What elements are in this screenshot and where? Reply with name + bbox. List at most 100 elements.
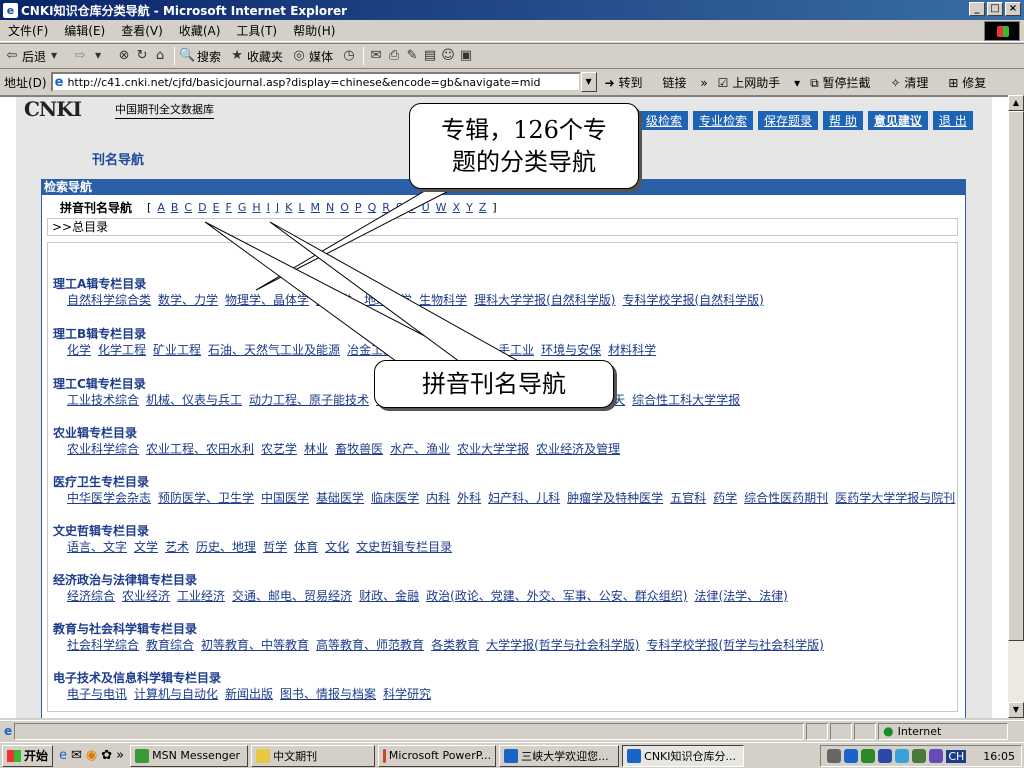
letter-link-r[interactable]: R — [382, 201, 390, 214]
subject-link[interactable]: 电子与电讯 — [67, 685, 127, 702]
subject-link[interactable]: 中华医学会杂志 — [67, 489, 151, 506]
subject-link[interactable]: 计算机与自动化 — [134, 685, 218, 702]
subject-link[interactable]: 哲学 — [263, 538, 287, 555]
media-button[interactable]: ◎ 媒体 — [291, 48, 333, 65]
nav-advanced-search[interactable]: 级检索 — [640, 111, 689, 130]
subject-link[interactable]: 体育 — [294, 538, 318, 555]
monitor-icon[interactable] — [861, 749, 876, 763]
subject-link[interactable]: 农艺学 — [261, 440, 297, 457]
letter-link-q[interactable]: Q — [368, 201, 377, 214]
letter-link-t[interactable]: T — [409, 201, 416, 214]
subject-link[interactable]: 水产、渔业 — [390, 440, 450, 457]
subject-link[interactable]: 冶金工业及金属学 — [347, 341, 443, 358]
close-button[interactable]: × — [1005, 2, 1021, 16]
subject-link[interactable]: 环境与安保 — [541, 341, 601, 358]
subject-link[interactable]: 新闻出版 — [225, 685, 273, 702]
subject-link[interactable]: 医药学大学学报与院刊 — [835, 489, 955, 506]
subject-link[interactable]: 物理学、晶体学 — [225, 291, 309, 308]
subject-link[interactable]: 艺术 — [165, 538, 189, 555]
subject-link[interactable]: 自然科学综合类 — [67, 291, 151, 308]
nav-expert-search[interactable]: 专业检索 — [693, 111, 754, 130]
menu-file[interactable]: 文件(F) — [0, 22, 56, 39]
letter-link-b[interactable]: B — [171, 201, 179, 214]
antivirus-icon[interactable] — [895, 749, 910, 763]
task-msn[interactable]: MSN Messenger — [130, 744, 249, 767]
subject-link[interactable]: 中国医学 — [261, 489, 309, 506]
maximize-button[interactable]: □ — [987, 2, 1003, 16]
subject-link[interactable]: 外科 — [457, 489, 481, 506]
subject-link[interactable]: 综合性医药期刊 — [744, 489, 828, 506]
subject-link[interactable]: 法律(法学、法律) — [694, 587, 787, 604]
subject-link[interactable]: 教育综合 — [146, 636, 194, 653]
subject-link[interactable]: 肿瘤学及特种医学 — [567, 489, 663, 506]
assistant-button[interactable]: ☑ 上网助手 ▾ — [718, 74, 800, 91]
letter-link-k[interactable]: K — [285, 201, 292, 214]
letter-link-j[interactable]: J — [276, 201, 279, 214]
subject-link[interactable]: 机械、仪表与兵工 — [146, 391, 242, 408]
letter-link-u[interactable]: U — [422, 201, 430, 214]
menu-tools[interactable]: 工具(T) — [228, 22, 285, 39]
subject-link[interactable]: 专科学校学报(哲学与社会科学版) — [646, 636, 823, 653]
subject-link[interactable]: 矿业工程 — [153, 341, 201, 358]
outlook-launch-icon[interactable]: ✉ — [71, 748, 82, 763]
subject-link[interactable]: 药学 — [713, 489, 737, 506]
start-button[interactable]: 开始 — [2, 744, 54, 767]
network-icon[interactable] — [844, 749, 859, 763]
subject-link[interactable]: 初等教育、中等教育 — [201, 636, 309, 653]
letter-link-f[interactable]: F — [226, 201, 232, 214]
address-input[interactable]: e http://c41.cnki.net/cjfd/basicjournal.… — [50, 72, 581, 92]
popup-block-button[interactable]: ⧉ 暂停拦截 — [810, 74, 880, 91]
menu-view[interactable]: 查看(V) — [113, 22, 171, 39]
letter-link-y[interactable]: Y — [466, 201, 473, 214]
subject-link[interactable]: 基础医学 — [316, 489, 364, 506]
nav-save-records[interactable]: 保存题录 — [758, 111, 819, 130]
task-folder[interactable]: 中文期刊 — [251, 744, 376, 767]
subject-link[interactable]: 化学工程 — [98, 341, 146, 358]
letter-link-i[interactable]: I — [267, 201, 270, 214]
subject-link[interactable]: 化学 — [67, 341, 91, 358]
task-powerpoint[interactable]: Microsoft PowerP... — [378, 744, 497, 767]
nav-help[interactable]: 帮 助 — [823, 111, 863, 130]
subject-link[interactable]: 交通、邮电、贸易经济 — [232, 587, 352, 604]
subject-link[interactable]: 农业经济及管理 — [536, 440, 620, 457]
subject-link[interactable]: 农业大学学报 — [457, 440, 529, 457]
volume-icon[interactable] — [827, 749, 842, 763]
letter-link-a[interactable]: A — [157, 201, 165, 214]
letter-link-n[interactable]: N — [326, 201, 334, 214]
subject-link[interactable]: 妇产科、儿科 — [488, 489, 560, 506]
subject-link[interactable]: 数学、力学 — [158, 291, 218, 308]
subject-link[interactable]: 天文学、地球科学 — [316, 291, 412, 308]
ie-launch-icon[interactable]: e — [59, 748, 67, 763]
letter-link-h[interactable]: H — [252, 201, 260, 214]
scroll-up-button[interactable]: ▲ — [1008, 95, 1024, 111]
print-icon[interactable]: ⎙ — [386, 48, 402, 64]
letter-link-s[interactable]: S — [396, 201, 403, 214]
subject-link[interactable]: 轻工业、手工业 — [450, 341, 534, 358]
subject-link[interactable]: 工业经济 — [177, 587, 225, 604]
subject-link[interactable]: 专科学校学报(自然科学版) — [622, 291, 763, 308]
favorites-button[interactable]: ★ 收藏夹 — [229, 48, 283, 65]
home-icon[interactable]: ⌂ — [152, 48, 168, 64]
letter-link-z[interactable]: Z — [479, 201, 487, 214]
language-indicator[interactable]: CH — [946, 749, 967, 763]
history-icon[interactable]: ◷ — [341, 48, 357, 64]
subject-link[interactable]: 科学研究 — [383, 685, 431, 702]
subject-link[interactable]: 五官科 — [670, 489, 706, 506]
letter-link-p[interactable]: P — [355, 201, 362, 214]
search-button[interactable]: 🔍 搜索 — [179, 48, 221, 65]
menu-edit[interactable]: 编辑(E) — [56, 22, 113, 39]
subject-link[interactable]: 历史、地理 — [196, 538, 256, 555]
discuss-icon[interactable]: ▤ — [422, 48, 438, 64]
task-cnki[interactable]: CNKI知识仓库分... — [622, 744, 745, 767]
subject-link[interactable]: 政治(政论、党建、外交、军事、公安、群众组织) — [426, 587, 687, 604]
menu-favorites[interactable]: 收藏(A) — [171, 22, 229, 39]
more-launch-icon[interactable]: » — [116, 748, 124, 763]
subject-link[interactable]: 财政、金融 — [359, 587, 419, 604]
letter-link-l[interactable]: L — [298, 201, 304, 214]
ime-icon[interactable] — [929, 749, 944, 763]
media-launch-icon[interactable]: ◉ — [86, 748, 97, 763]
task-sanxia[interactable]: 三峡大学欢迎您... — [499, 744, 620, 767]
letter-link-e[interactable]: E — [213, 201, 220, 214]
subject-link[interactable]: 各类教育 — [431, 636, 479, 653]
subject-link[interactable]: 农业工程、农田水利 — [146, 440, 254, 457]
